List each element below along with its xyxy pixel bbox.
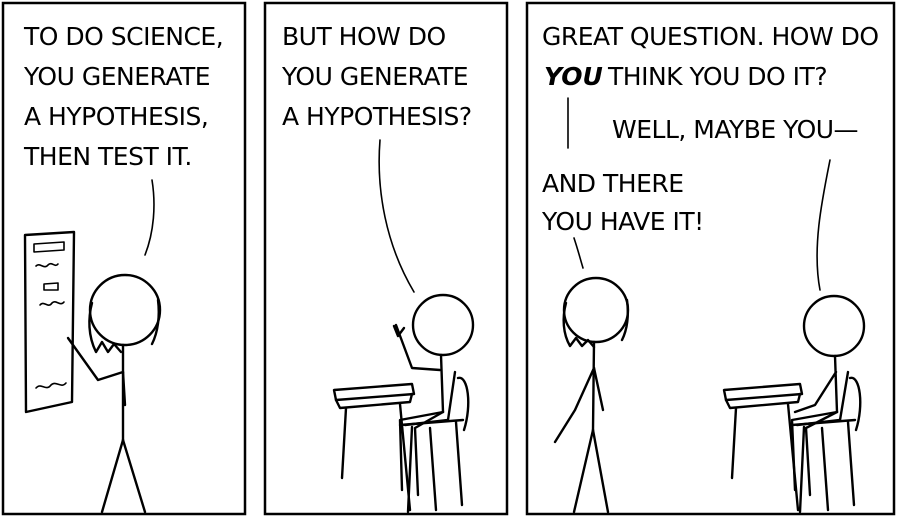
panel-1-line-2: YOU GENERATE bbox=[23, 62, 210, 91]
panel-1-line-4: THEN TEST IT. bbox=[23, 142, 192, 171]
panel-2: BUT HOW DO YOU GENERATE A HYPOTHESIS? bbox=[263, 1, 509, 516]
panel-2-line-2: YOU GENERATE bbox=[281, 62, 468, 91]
panel-2-line-3: A HYPOTHESIS? bbox=[282, 102, 472, 131]
panel-1-line-1: TO DO SCIENCE, bbox=[23, 22, 223, 51]
panel-3: GREAT QUESTION. HOW DO YOU THINK YOU DO … bbox=[525, 1, 896, 516]
panel-3-teacher-line-2-emphasis: YOU bbox=[544, 62, 603, 91]
panel-1-line-3: A HYPOTHESIS, bbox=[24, 102, 208, 131]
panel-3-teacher-interrupt-1: AND THERE bbox=[542, 169, 684, 198]
panel-1: TO DO SCIENCE, YOU GENERATE A HYPOTHESIS… bbox=[1, 1, 247, 516]
panel-3-student-line: WELL, MAYBE YOU— bbox=[612, 115, 858, 144]
panel-3-teacher-line-2-rest: THINK YOU DO IT? bbox=[607, 62, 827, 91]
panel-3-teacher-interrupt-2: YOU HAVE IT! bbox=[541, 207, 704, 236]
panel-3-teacher-line-1: GREAT QUESTION. HOW DO bbox=[542, 22, 879, 51]
panel-2-line-1: BUT HOW DO bbox=[282, 22, 446, 51]
comic-strip: TO DO SCIENCE, YOU GENERATE A HYPOTHESIS… bbox=[1, 1, 896, 516]
